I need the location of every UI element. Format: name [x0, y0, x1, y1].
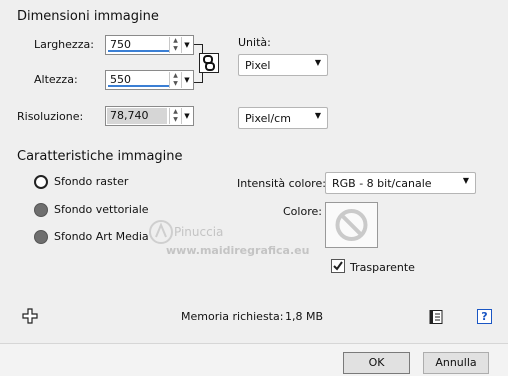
radio-raster[interactable] — [34, 175, 48, 189]
color-depth-select[interactable]: RGB - 8 bit/canale ▼ — [325, 172, 476, 194]
memory-label: Memoria richiesta: — [181, 310, 284, 323]
characteristics-title: Caratteristiche immagine — [17, 149, 183, 164]
unit-select[interactable]: Pixel ▼ — [238, 54, 328, 76]
resolution-stepper[interactable]: ▲ ▼ — [169, 108, 181, 124]
resolution-label: Risoluzione: — [17, 110, 84, 123]
plus-icon[interactable] — [22, 308, 38, 324]
width-stepper[interactable]: ▲ ▼ — [169, 37, 181, 53]
checkmark-icon — [333, 261, 343, 271]
chevron-down-icon: ▼ — [314, 58, 321, 67]
color-depth-label: Intensità colore: — [237, 177, 326, 190]
resolution-value[interactable]: 78,740 — [110, 109, 149, 122]
height-label: Altezza: — [34, 73, 78, 86]
watermark-site: www.maidiregrafica.eu — [166, 244, 310, 257]
radio-vector[interactable] — [34, 203, 48, 217]
chevron-down-icon: ▼ — [314, 111, 321, 120]
ok-button[interactable]: OK — [343, 352, 410, 374]
width-dropdown-arrow[interactable]: ▼ — [181, 37, 192, 53]
color-depth-value: RGB - 8 bit/canale — [332, 177, 432, 190]
width-label: Larghezza: — [34, 38, 94, 51]
resolution-dropdown-arrow[interactable]: ▼ — [181, 108, 192, 124]
width-spinner[interactable]: 750 ▲ ▼ ▼ — [105, 35, 194, 55]
height-stepper[interactable]: ▲ ▼ — [169, 72, 181, 88]
watermark-logo-icon — [148, 219, 174, 245]
chain-link-icon[interactable] — [199, 53, 219, 73]
radio-art-media-label[interactable]: Sfondo Art Media — [54, 230, 149, 243]
radio-vector-label[interactable]: Sfondo vettoriale — [54, 203, 149, 216]
resolution-unit-select[interactable]: Pixel/cm ▼ — [238, 107, 328, 129]
transparent-label[interactable]: Trasparente — [350, 261, 415, 274]
resolution-unit-value: Pixel/cm — [245, 112, 291, 125]
presets-icon[interactable] — [428, 309, 444, 325]
transparent-checkbox[interactable] — [331, 259, 345, 273]
dimensions-title: Dimensioni immagine — [17, 9, 159, 24]
height-spinner[interactable]: 550 ▲ ▼ ▼ — [105, 70, 194, 90]
help-icon[interactable]: ? — [477, 309, 492, 324]
chevron-down-icon: ▼ — [462, 176, 469, 185]
height-slider-bar[interactable] — [108, 85, 169, 87]
unit-label: Unità: — [238, 36, 271, 49]
memory-value: 1,8 MB — [285, 310, 324, 323]
radio-art-media[interactable] — [34, 230, 48, 244]
radio-raster-label[interactable]: Sfondo raster — [54, 175, 128, 188]
color-label: Colore: — [283, 205, 322, 218]
cancel-button[interactable]: Annulla — [423, 352, 489, 374]
watermark-name: Pinuccia — [174, 225, 224, 239]
no-color-icon — [335, 209, 368, 241]
unit-value: Pixel — [245, 59, 271, 72]
height-dropdown-arrow[interactable]: ▼ — [181, 72, 192, 88]
color-swatch[interactable] — [325, 202, 378, 248]
resolution-spinner[interactable]: 78,740 ▲ ▼ ▼ — [105, 106, 194, 126]
width-slider-bar[interactable] — [108, 50, 169, 52]
